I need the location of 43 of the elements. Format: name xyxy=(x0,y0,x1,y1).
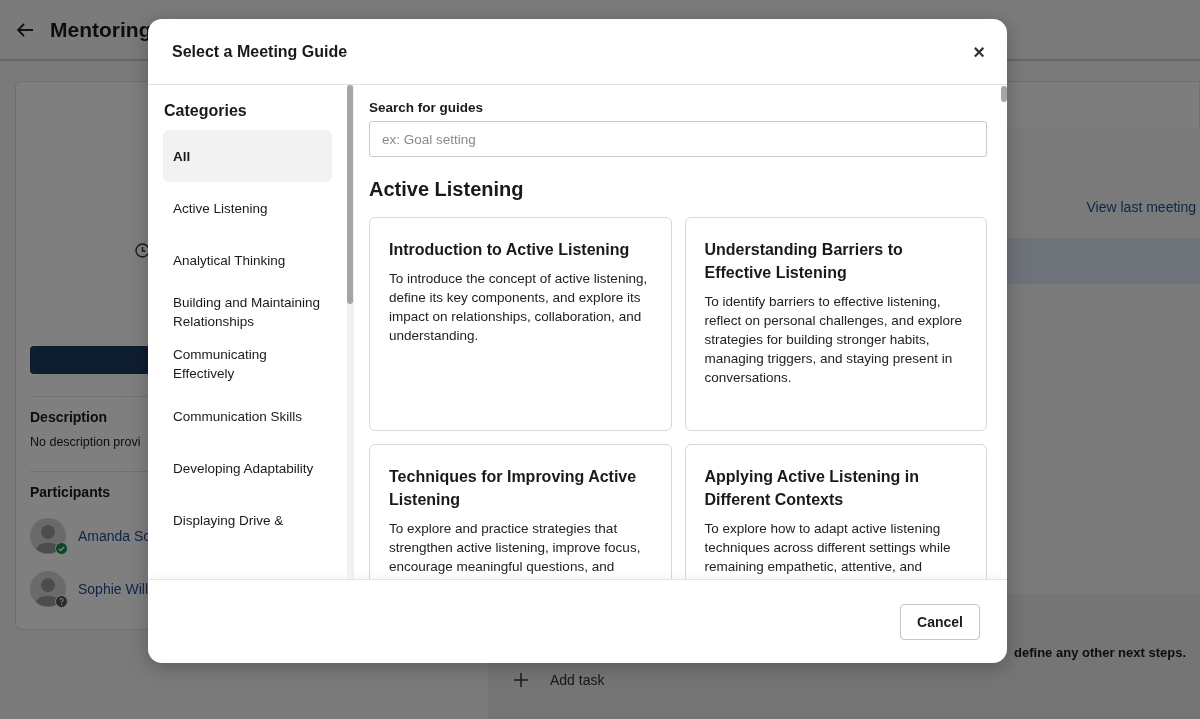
view-last-meeting-link[interactable]: View last meeting xyxy=(1086,199,1196,215)
clock-icon xyxy=(135,243,150,258)
section-label: Participants xyxy=(30,484,111,500)
category-item[interactable]: Communication Skills xyxy=(163,390,332,442)
avatar xyxy=(30,518,66,554)
category-item[interactable]: Active Listening xyxy=(163,182,332,234)
search-field[interactable]: ex: Goal setting xyxy=(369,121,987,157)
dialog-title: Select a Meeting Guide xyxy=(172,42,348,61)
plus-icon[interactable] xyxy=(514,673,528,687)
guide-title: Understanding Barriers to Effective Listening xyxy=(704,240,904,283)
check-badge-icon xyxy=(55,542,68,555)
category-item[interactable]: Building and Maintaining Relationships xyxy=(163,286,332,338)
back-arrow-icon[interactable] xyxy=(17,22,34,37)
close-button[interactable]: × xyxy=(973,41,985,62)
category-item[interactable]: All xyxy=(163,130,332,182)
category-item[interactable]: Analytical Thinking xyxy=(163,234,332,286)
guide-description: To explore how to adapt active listening techniques across different settings while remaining empathetic, attentive, and xyxy=(704,520,952,576)
guide-description: To explore and practice strategies that strengthen active listening, improve focus, encourage meaningful questions, and xyxy=(389,520,642,576)
scrollbar-thumb[interactable] xyxy=(347,85,353,304)
add-task-link[interactable]: Add task xyxy=(550,672,605,688)
section-heading: Active Listening xyxy=(369,178,525,201)
guide-title: Techniques for Improving Active Listening xyxy=(389,467,638,510)
pending-badge-icon xyxy=(55,595,68,608)
section-label: Description xyxy=(30,409,107,425)
cancel-button[interactable]: Cancel xyxy=(900,603,980,640)
next-steps-text: define any other next steps. xyxy=(1014,645,1186,660)
category-item[interactable]: Displaying Drive & xyxy=(163,494,332,546)
guide-description: To identify barriers to effective listening, reflect on personal challenges, and explore strategies for building stronger habits, managing triggers, and staying present in conversations. xyxy=(704,293,963,387)
guide-card[interactable]: Techniques for Improving Active Listening To explore and practice strategies that strengthen active listening, improve focus, encourage meaningful questions, and xyxy=(369,444,672,579)
participant-link[interactable]: Sophie Will xyxy=(78,581,149,597)
categories-heading: Categories xyxy=(164,102,248,120)
page-title: Mentoring xyxy=(50,17,152,42)
search-label: Search for guides xyxy=(369,100,485,115)
guide-card[interactable] xyxy=(684,217,987,431)
guide-description: To introduce the concept of active listening, define its key components, and explore its impact on relationships, collaboration, and understanding. xyxy=(389,270,649,345)
avatar xyxy=(30,571,66,607)
scrollbar-thumb[interactable] xyxy=(1001,86,1007,102)
guide-card[interactable]: Introduction to Active Listening To introduce the concept of active listening, define its key components, and explore its impact on relationships, collaboration, and understanding. xyxy=(369,217,672,431)
guide-title: Applying Active Listening in Different Contexts xyxy=(704,467,921,510)
category-item[interactable]: Communicating Effectively xyxy=(163,338,332,390)
description-text: No description provi xyxy=(30,435,141,449)
category-item[interactable]: Developing Adaptability xyxy=(163,442,332,494)
guide-title: Introduction to Active Listening xyxy=(389,240,631,260)
